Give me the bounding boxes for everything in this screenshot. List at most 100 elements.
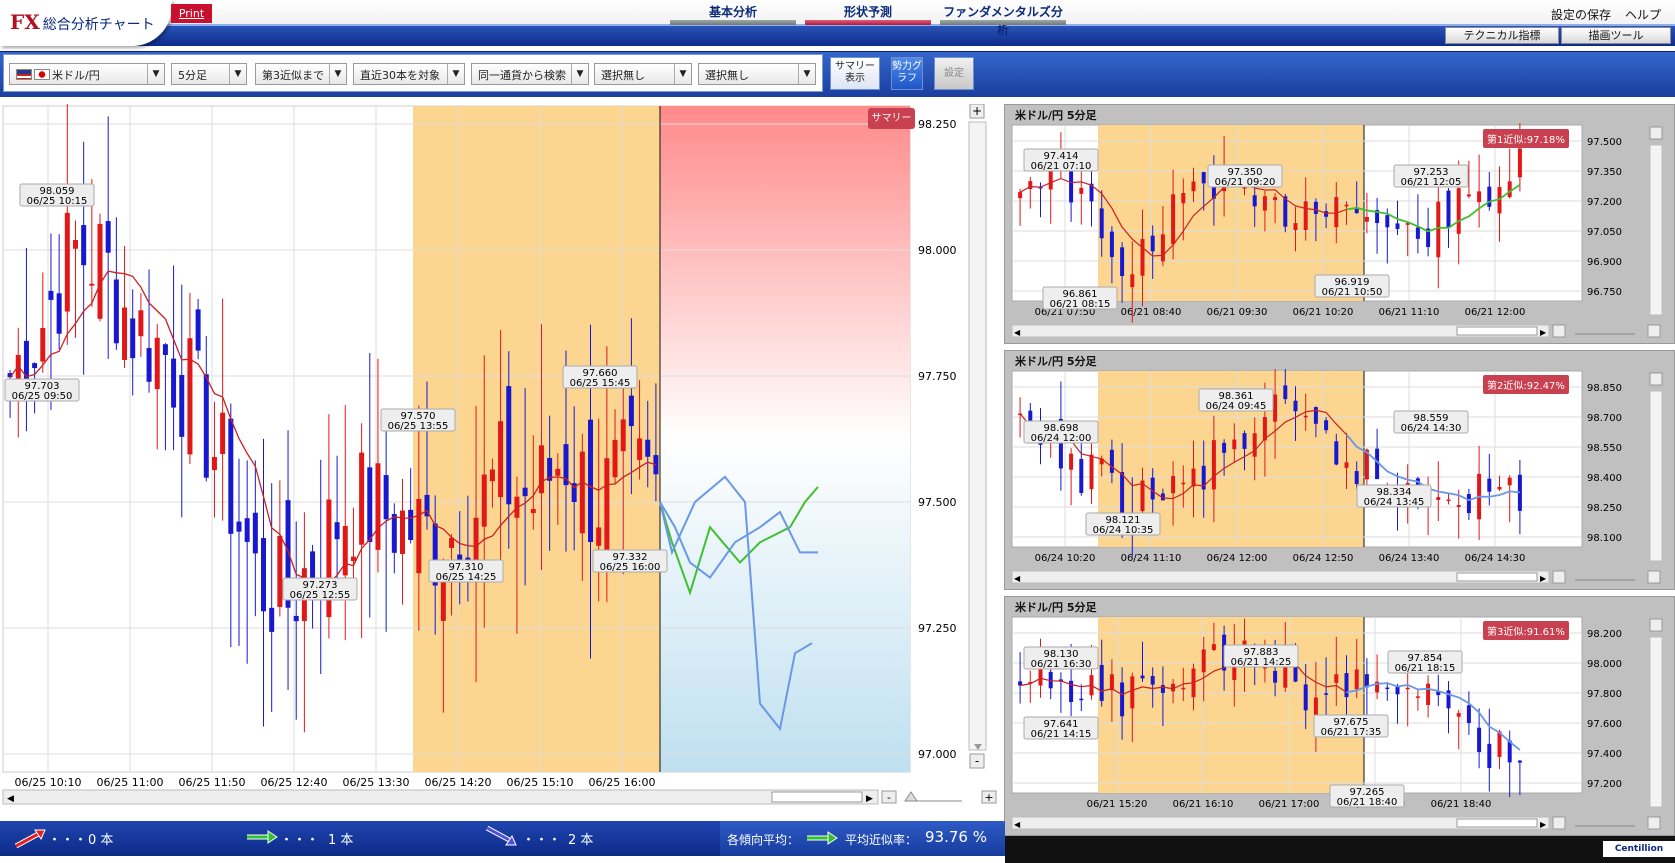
- candle-body: [1171, 476, 1176, 494]
- price-annotation: 97.27306/25 12:55: [282, 577, 358, 601]
- candle-body: [628, 395, 634, 427]
- vertical-zoom-in-button[interactable]: [1649, 618, 1663, 632]
- scroll-right-icon[interactable]: ▶: [866, 794, 873, 804]
- candle-body: [1517, 148, 1522, 178]
- panel-chart[interactable]: 98.850 98.700 98.550 98.400 98.250 98.100 06/2…: [1005, 369, 1674, 595]
- help-link[interactable]: ヘルプ: [1625, 6, 1661, 23]
- candle-body: [1181, 193, 1186, 204]
- panel-chart[interactable]: 98.200 98.000 97.800 97.600 97.400 97.200 06/2…: [1005, 615, 1674, 841]
- zoom-in-button[interactable]: [1647, 570, 1661, 584]
- panel-chart[interactable]: 97.500 97.350 97.200 97.050 96.900 96.750 06/2…: [1005, 123, 1674, 349]
- zoom-in-button[interactable]: [1647, 324, 1661, 338]
- candle-body: [269, 607, 275, 632]
- approximation-label: 第3近似まで: [262, 69, 324, 82]
- x-axis-label: 06/24 12:50: [1293, 553, 1354, 564]
- slider-handle-icon[interactable]: [904, 791, 918, 802]
- tab-pattern-forecast[interactable]: 形状予測: [805, 3, 931, 25]
- up-trend-count: 0 本: [88, 833, 114, 848]
- annotation-time: 06/24 12:00: [1031, 433, 1092, 444]
- scroll-left-icon[interactable]: ◀: [1014, 574, 1021, 583]
- candle-body: [1181, 687, 1186, 690]
- vertical-zoom-in-button[interactable]: [1649, 126, 1663, 140]
- approximation-select[interactable]: 第3近似まで ▼: [255, 63, 347, 85]
- candle-body: [1477, 727, 1482, 753]
- vertical-zoom-in-button[interactable]: [1649, 372, 1663, 386]
- y-axis-label: 98.550: [1587, 443, 1622, 454]
- candle-body: [1191, 181, 1196, 192]
- scroll-right-icon[interactable]: ▶: [1540, 328, 1547, 337]
- candle-body: [195, 309, 201, 351]
- x-axis-label: 06/24 14:30: [1465, 553, 1526, 564]
- candle-body: [252, 512, 258, 554]
- search-scope-select[interactable]: 同一通貨から検索 ▼: [471, 63, 589, 85]
- x-axis-label: 06/24 12:00: [1207, 553, 1268, 564]
- candle-body: [367, 467, 373, 542]
- scrollbar-thumb[interactable]: [1456, 326, 1538, 336]
- x-axis-label: 06/24 10:20: [1035, 553, 1096, 564]
- candle-body: [1497, 486, 1502, 490]
- range-select[interactable]: 直近30本を対象 ▼: [353, 63, 465, 85]
- candle-body: [1324, 420, 1329, 431]
- main-chart[interactable]: 98.250 98.000 97.750 97.500 97.250 97.000 06/…: [0, 104, 1000, 821]
- power-graph-button[interactable]: 勢力グラフ: [891, 57, 923, 90]
- zoom-in-button[interactable]: [1647, 816, 1661, 830]
- summary-display-button[interactable]: サマリー表示: [830, 57, 880, 90]
- plus-icon: +: [984, 791, 993, 804]
- zoom-out-button[interactable]: [1552, 570, 1566, 584]
- vertical-zoom-slider[interactable]: [968, 121, 987, 751]
- candle-body: [1415, 227, 1420, 239]
- zoom-out-button[interactable]: [1552, 816, 1566, 830]
- scroll-right-icon[interactable]: ▶: [1540, 820, 1547, 829]
- tab-fundamentals[interactable]: ファンダメンタルズ分析: [940, 3, 1066, 37]
- panel-title: 米ドル/円 5分足: [1015, 601, 1097, 614]
- annotation-time: 06/25 10:15: [27, 196, 88, 207]
- scrollbar-thumb[interactable]: [1456, 572, 1538, 582]
- candle-body: [1385, 215, 1390, 228]
- scrollbar-thumb[interactable]: [771, 791, 863, 803]
- save-settings-link[interactable]: 設定の保存: [1551, 6, 1611, 23]
- plus-icon: +: [972, 104, 982, 118]
- price-annotation: 97.88306/21 14:25: [1223, 644, 1299, 668]
- x-axis-label: 06/25 13:30: [343, 776, 410, 789]
- timeframe-select[interactable]: 5分足 ▼: [171, 63, 247, 85]
- settings-button[interactable]: 設定: [934, 57, 974, 90]
- y-axis-label: 97.050: [1587, 227, 1622, 238]
- currency-pair-select[interactable]: 米ドル/円 ▼: [9, 63, 165, 85]
- horizontal-scrollbar[interactable]: [2, 789, 879, 805]
- print-button[interactable]: Print: [171, 4, 212, 23]
- candle-body: [138, 310, 144, 337]
- candle-body: [64, 212, 70, 312]
- summary-badge[interactable]: サマリー: [868, 108, 915, 129]
- candle-body: [1079, 187, 1084, 194]
- vertical-zoom-slider[interactable]: [1649, 144, 1663, 316]
- scroll-left-icon[interactable]: ◀: [1014, 328, 1021, 337]
- technical-indicators-tab[interactable]: テクニカル指標: [1445, 27, 1559, 44]
- y-axis-label: 97.250: [918, 622, 957, 635]
- candle-body: [1099, 208, 1104, 239]
- flat-trend-arrow-icon: [247, 830, 278, 844]
- vertical-zoom-slider[interactable]: [1649, 636, 1663, 808]
- scroll-right-icon[interactable]: ▶: [1540, 574, 1547, 583]
- up-trend-dots: ・・・: [48, 833, 88, 848]
- tab-basic-analysis[interactable]: 基本分析: [670, 3, 796, 25]
- annotation-time: 06/24 14:30: [1401, 423, 1462, 434]
- option2-select[interactable]: 選択無し ▼: [698, 63, 816, 85]
- candle-body: [1273, 394, 1278, 422]
- flat-trend-count: 1 本: [328, 833, 354, 848]
- vertical-zoom-slider[interactable]: [1649, 390, 1663, 562]
- candle-body: [113, 279, 119, 344]
- candle-body: [1395, 686, 1400, 695]
- candle-body: [1436, 497, 1441, 500]
- scroll-left-icon[interactable]: ◀: [1014, 820, 1021, 829]
- drawing-tools-tab[interactable]: 描画ツール: [1561, 27, 1671, 44]
- candle-body: [1120, 472, 1125, 513]
- option1-select[interactable]: 選択無し ▼: [594, 63, 692, 85]
- price-annotation: 97.33206/25 16:00: [592, 549, 668, 573]
- zoom-out-button[interactable]: [1552, 324, 1566, 338]
- scroll-left-icon[interactable]: ◀: [7, 794, 14, 804]
- minus-icon: -: [975, 754, 979, 768]
- candle-body: [1160, 685, 1165, 693]
- scrollbar-thumb[interactable]: [1456, 818, 1538, 828]
- candle-body: [220, 412, 226, 455]
- x-axis-label: 06/24 13:40: [1379, 553, 1440, 564]
